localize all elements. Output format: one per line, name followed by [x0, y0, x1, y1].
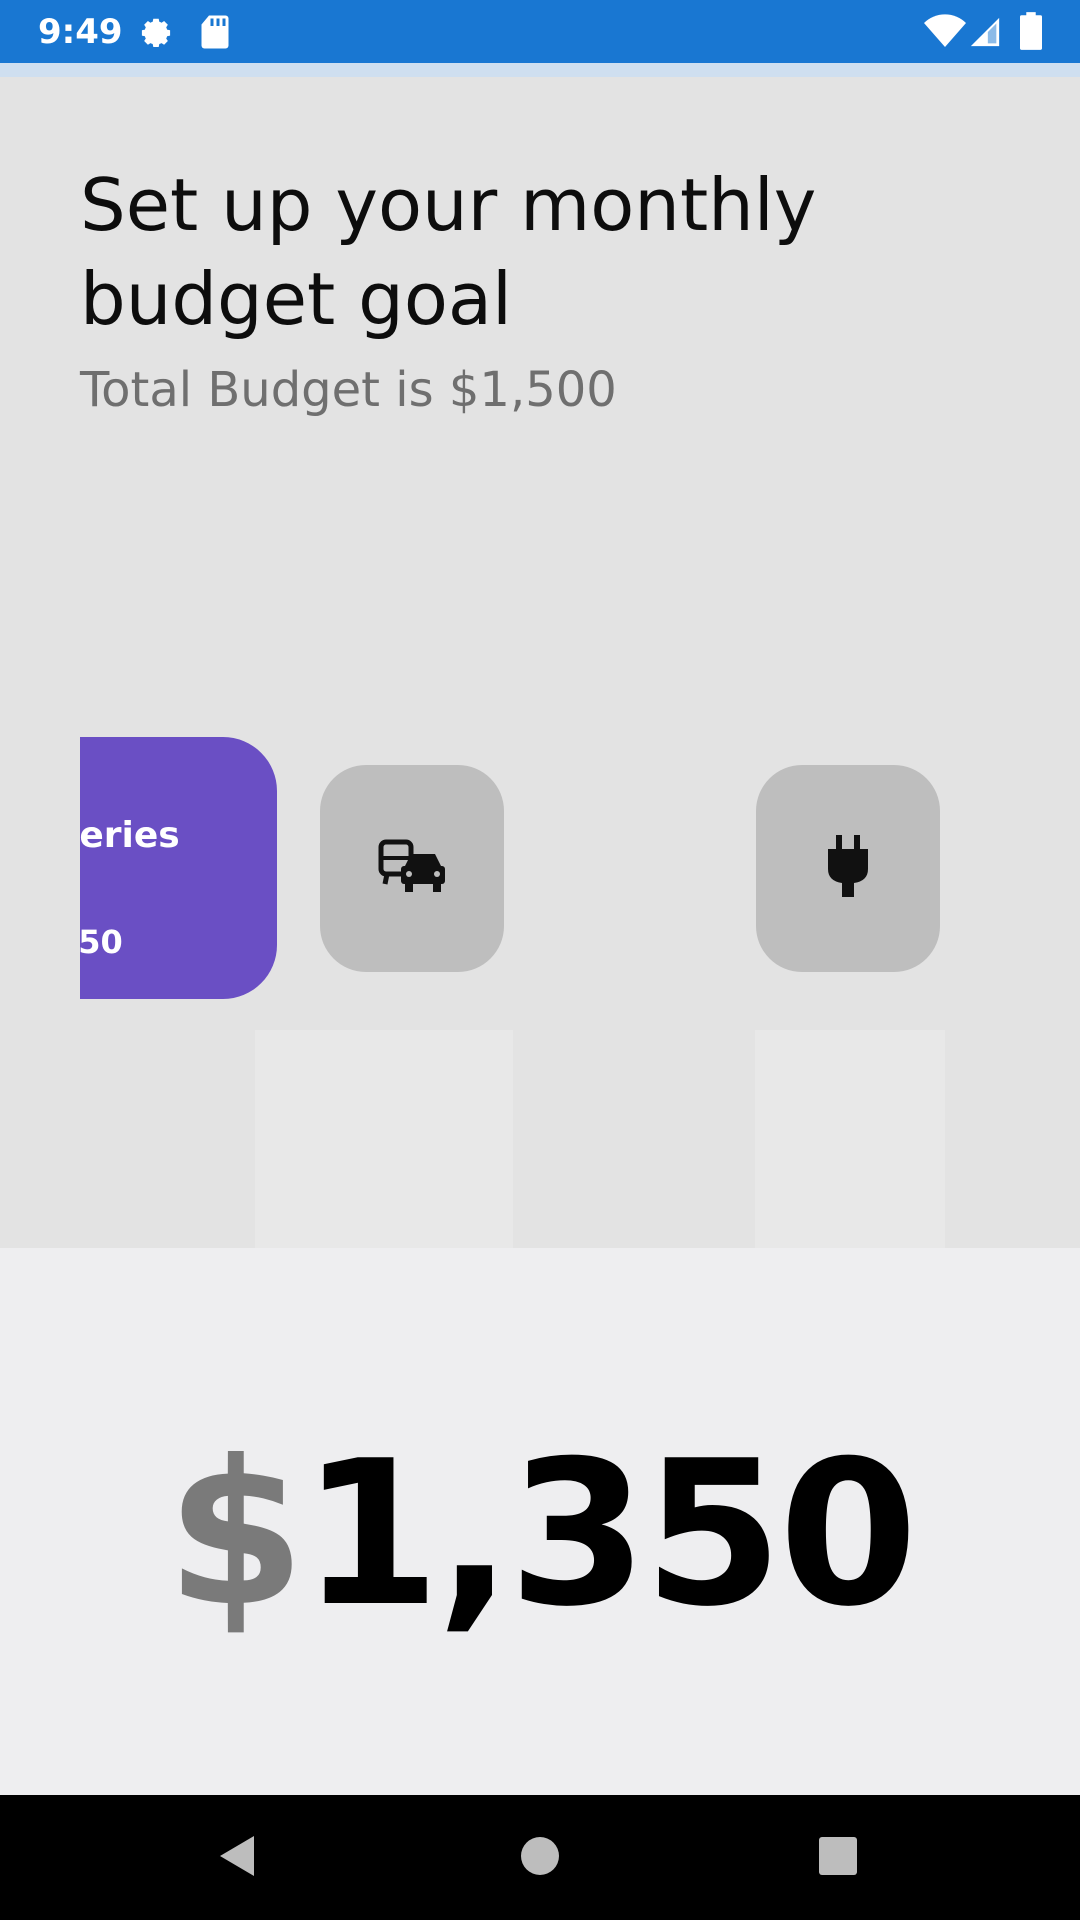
budget-amount-display: $1,350 [0, 1405, 1080, 1665]
carousel-shadow [255, 1030, 513, 1250]
amount-currency: $ [166, 1418, 305, 1651]
category-amount: 350 [80, 923, 123, 961]
cell-signal-icon [968, 14, 1002, 55]
gear-icon [138, 14, 174, 55]
home-icon[interactable] [520, 1836, 560, 1881]
transport-icon [377, 836, 447, 901]
category-carousel[interactable]: ceries 350 [0, 700, 1080, 1030]
status-bar-shadow [0, 63, 1080, 77]
page-title: Set up your monthly budget goal [80, 163, 817, 341]
sd-card-icon [200, 14, 230, 55]
total-budget-label: Total Budget is $1,500 [80, 362, 617, 418]
back-icon[interactable] [218, 1834, 258, 1883]
category-name: ceries [80, 815, 180, 856]
wifi-icon [924, 14, 966, 55]
category-card-utilities[interactable] [756, 765, 940, 972]
status-bar: 9:49 [0, 0, 1080, 63]
plug-icon [826, 835, 870, 902]
carousel-shadow [755, 1030, 945, 1250]
category-card-groceries[interactable]: ceries 350 [80, 737, 277, 999]
category-card-transport[interactable] [320, 765, 504, 972]
battery-icon [1020, 12, 1042, 55]
amount-value: 1,350 [301, 1418, 918, 1651]
recents-icon[interactable] [818, 1836, 858, 1881]
status-time: 9:49 [38, 12, 123, 52]
